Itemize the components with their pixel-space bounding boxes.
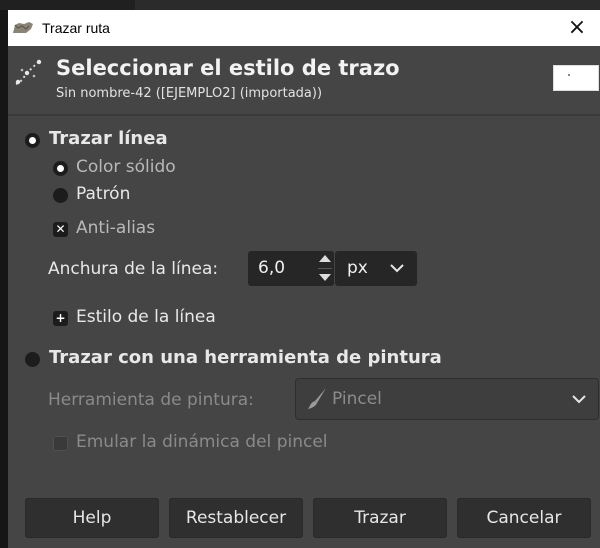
chevron-down-icon xyxy=(390,264,404,273)
pattern-label[interactable]: Patrón xyxy=(76,184,130,204)
window-title: Trazar ruta xyxy=(42,20,110,36)
unit-value: px xyxy=(347,258,368,278)
dialog-heading: Seleccionar el estilo de trazo xyxy=(56,56,400,80)
stroke-line-label[interactable]: Trazar línea xyxy=(49,128,168,149)
paint-tool-radio[interactable] xyxy=(25,352,40,367)
dialog-subheading: Sin nombre-42 ([EJEMPLO2] (importada)) xyxy=(56,86,323,101)
stroke-button[interactable]: Trazar xyxy=(313,498,447,538)
expand-plus-icon[interactable]: + xyxy=(53,311,68,326)
image-preview-thumbnail xyxy=(553,65,599,91)
line-width-spinbutton[interactable]: 6,0 xyxy=(248,251,334,286)
paint-tool-value: Pincel xyxy=(332,389,382,409)
background-window-strip xyxy=(0,0,600,10)
cancel-button[interactable]: Cancelar xyxy=(457,498,591,538)
paint-tool-label[interactable]: Trazar con una herramienta de pintura xyxy=(49,347,442,368)
unit-selector[interactable]: px xyxy=(335,251,417,286)
antialias-label[interactable]: Anti-alias xyxy=(76,218,155,238)
close-button[interactable]: × xyxy=(554,10,600,46)
stroke-path-icon xyxy=(15,59,42,85)
solid-color-radio[interactable] xyxy=(53,161,68,176)
reset-button[interactable]: Restablecer xyxy=(169,498,303,538)
decrement-arrow-icon[interactable] xyxy=(319,274,331,281)
help-button[interactable]: Help xyxy=(25,498,159,538)
solid-color-label[interactable]: Color sólido xyxy=(76,157,176,177)
emulate-dynamics-label[interactable]: Emular la dinámica del pincel xyxy=(76,432,328,452)
gimp-icon xyxy=(13,22,33,33)
emulate-dynamics-checkbox[interactable] xyxy=(53,436,68,451)
paint-tool-field-label: Herramienta de pintura: xyxy=(48,390,254,410)
antialias-checkbox[interactable]: ✕ xyxy=(53,222,68,237)
header-separator xyxy=(8,114,600,116)
pattern-radio[interactable] xyxy=(53,188,68,203)
stroke-path-dialog: Seleccionar el estilo de trazo Sin nombr… xyxy=(8,46,600,548)
line-style-expander[interactable]: Estilo de la línea xyxy=(76,307,216,327)
line-width-label: Anchura de la línea: xyxy=(48,259,219,279)
window-titlebar[interactable]: Trazar ruta × xyxy=(8,10,600,46)
paint-tool-combo[interactable]: Pincel xyxy=(295,378,599,420)
background-left-strip xyxy=(0,10,8,548)
paintbrush-icon xyxy=(308,388,326,409)
chevron-down-icon xyxy=(572,395,586,404)
line-width-value: 6,0 xyxy=(258,258,286,278)
stroke-line-radio[interactable] xyxy=(25,133,40,148)
close-icon: × xyxy=(567,15,587,40)
increment-arrow-icon[interactable] xyxy=(319,255,331,262)
